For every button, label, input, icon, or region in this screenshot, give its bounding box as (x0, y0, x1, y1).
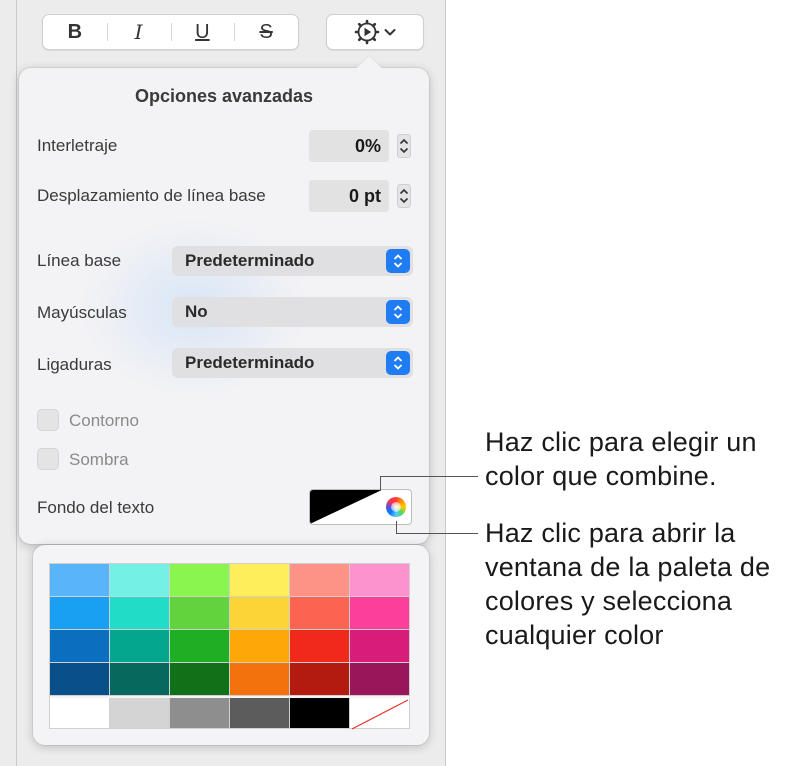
chevron-down-icon (384, 29, 396, 36)
popover-arrow (355, 56, 383, 69)
color-swatch[interactable] (350, 564, 410, 597)
callout-line-text: ventana de la paleta de (485, 552, 771, 582)
callout-line-text: cualquier color (485, 620, 664, 650)
color-swatch[interactable] (110, 630, 170, 663)
color-swatch[interactable] (110, 597, 170, 630)
baseline-shift-label: Desplazamiento de línea base (37, 186, 266, 205)
sidebar-left-edge (16, 0, 17, 766)
text-background-color-well[interactable] (309, 489, 383, 525)
text-style-buttons: B I U S (42, 14, 299, 50)
color-swatch[interactable] (170, 564, 230, 597)
color-swatch[interactable] (350, 630, 410, 663)
color-swatch[interactable] (290, 564, 350, 597)
color-swatch[interactable] (110, 663, 170, 696)
ligatures-select[interactable]: Predeterminado (172, 348, 413, 378)
color-swatch[interactable] (350, 597, 410, 630)
color-swatch[interactable] (170, 663, 230, 696)
color-swatch[interactable] (170, 630, 230, 663)
color-swatch[interactable] (230, 597, 290, 630)
color-swatch[interactable] (50, 630, 110, 663)
no-color-swatch[interactable] (350, 698, 410, 730)
color-swatch[interactable] (50, 564, 110, 597)
callout-line-palette-h (396, 533, 478, 534)
color-swatch[interactable] (290, 597, 350, 630)
color-swatch[interactable] (170, 698, 230, 729)
color-swatch[interactable] (230, 630, 290, 663)
bold-button[interactable]: B (43, 15, 107, 49)
color-swatch[interactable] (230, 564, 290, 597)
callout-line-palette (396, 521, 397, 533)
color-swatch[interactable] (110, 564, 170, 597)
kerning-label: Interletraje (37, 136, 118, 155)
color-swatch[interactable] (290, 698, 350, 729)
callout-line-match (380, 476, 381, 490)
baseline-shift-field[interactable]: 0 pt (309, 180, 389, 212)
capitalization-select-value: No (185, 302, 208, 321)
outline-label: Contorno (69, 411, 139, 430)
callout-line-text: Haz clic para abrir la (485, 518, 736, 548)
callout-line-match-h (380, 476, 478, 477)
underline-button[interactable]: U (170, 15, 235, 49)
kerning-field[interactable]: 0% (309, 130, 389, 162)
advanced-options-button[interactable] (326, 14, 424, 50)
select-arrows-icon (386, 249, 410, 273)
popover-title: Opciones avanzadas (134, 86, 314, 106)
callout-line-text: Haz clic para elegir un (485, 427, 757, 457)
kerning-stepper[interactable] (396, 133, 412, 159)
callout-open-palette: Haz clic para abrir la ventana de la pal… (485, 516, 770, 652)
capitalization-label: Mayúsculas (37, 303, 127, 322)
advanced-options-popover: Opciones avanzadas Interletraje 0% Despl… (19, 68, 429, 544)
callout-match-color: Haz clic para elegir un color que combin… (485, 425, 757, 493)
color-swatch[interactable] (110, 698, 170, 729)
sidebar-right-edge (445, 0, 446, 766)
stepper-arrows-icon (397, 184, 411, 208)
italic-button[interactable]: I (106, 15, 171, 49)
callout-line-text: color que combine. (485, 461, 717, 491)
color-palette-popover (33, 545, 429, 745)
color-wheel-icon (386, 497, 406, 517)
color-swatch[interactable] (50, 597, 110, 630)
color-swatch-grid (49, 563, 410, 730)
color-swatch[interactable] (230, 663, 290, 696)
baseline-select[interactable]: Predeterminado (172, 246, 413, 276)
color-swatch[interactable] (170, 597, 230, 630)
capitalization-select[interactable]: No (172, 297, 413, 327)
color-swatch[interactable] (50, 698, 110, 729)
shadow-checkbox[interactable] (37, 448, 59, 470)
current-color-swatch (310, 490, 382, 524)
text-background-label: Fondo del texto (37, 498, 155, 517)
select-arrows-icon (386, 300, 410, 324)
ligatures-label: Ligaduras (37, 355, 112, 374)
callout-line-text: colores y selecciona (485, 586, 733, 616)
color-swatch[interactable] (350, 663, 410, 696)
outline-checkbox[interactable] (37, 409, 59, 431)
shadow-label: Sombra (69, 450, 129, 469)
ligatures-select-value: Predeterminado (185, 353, 315, 372)
color-swatch[interactable] (290, 630, 350, 663)
baseline-label: Línea base (37, 251, 122, 270)
select-arrows-icon (386, 351, 410, 375)
stepper-arrows-icon (397, 134, 411, 158)
strikethrough-button[interactable]: S (234, 15, 298, 49)
baseline-select-value: Predeterminado (185, 251, 315, 270)
gear-icon (354, 19, 380, 45)
color-swatch[interactable] (230, 698, 290, 729)
color-swatch[interactable] (290, 663, 350, 696)
baseline-shift-stepper[interactable] (396, 183, 412, 209)
color-swatch[interactable] (50, 663, 110, 696)
color-wheel-button[interactable] (381, 489, 412, 525)
